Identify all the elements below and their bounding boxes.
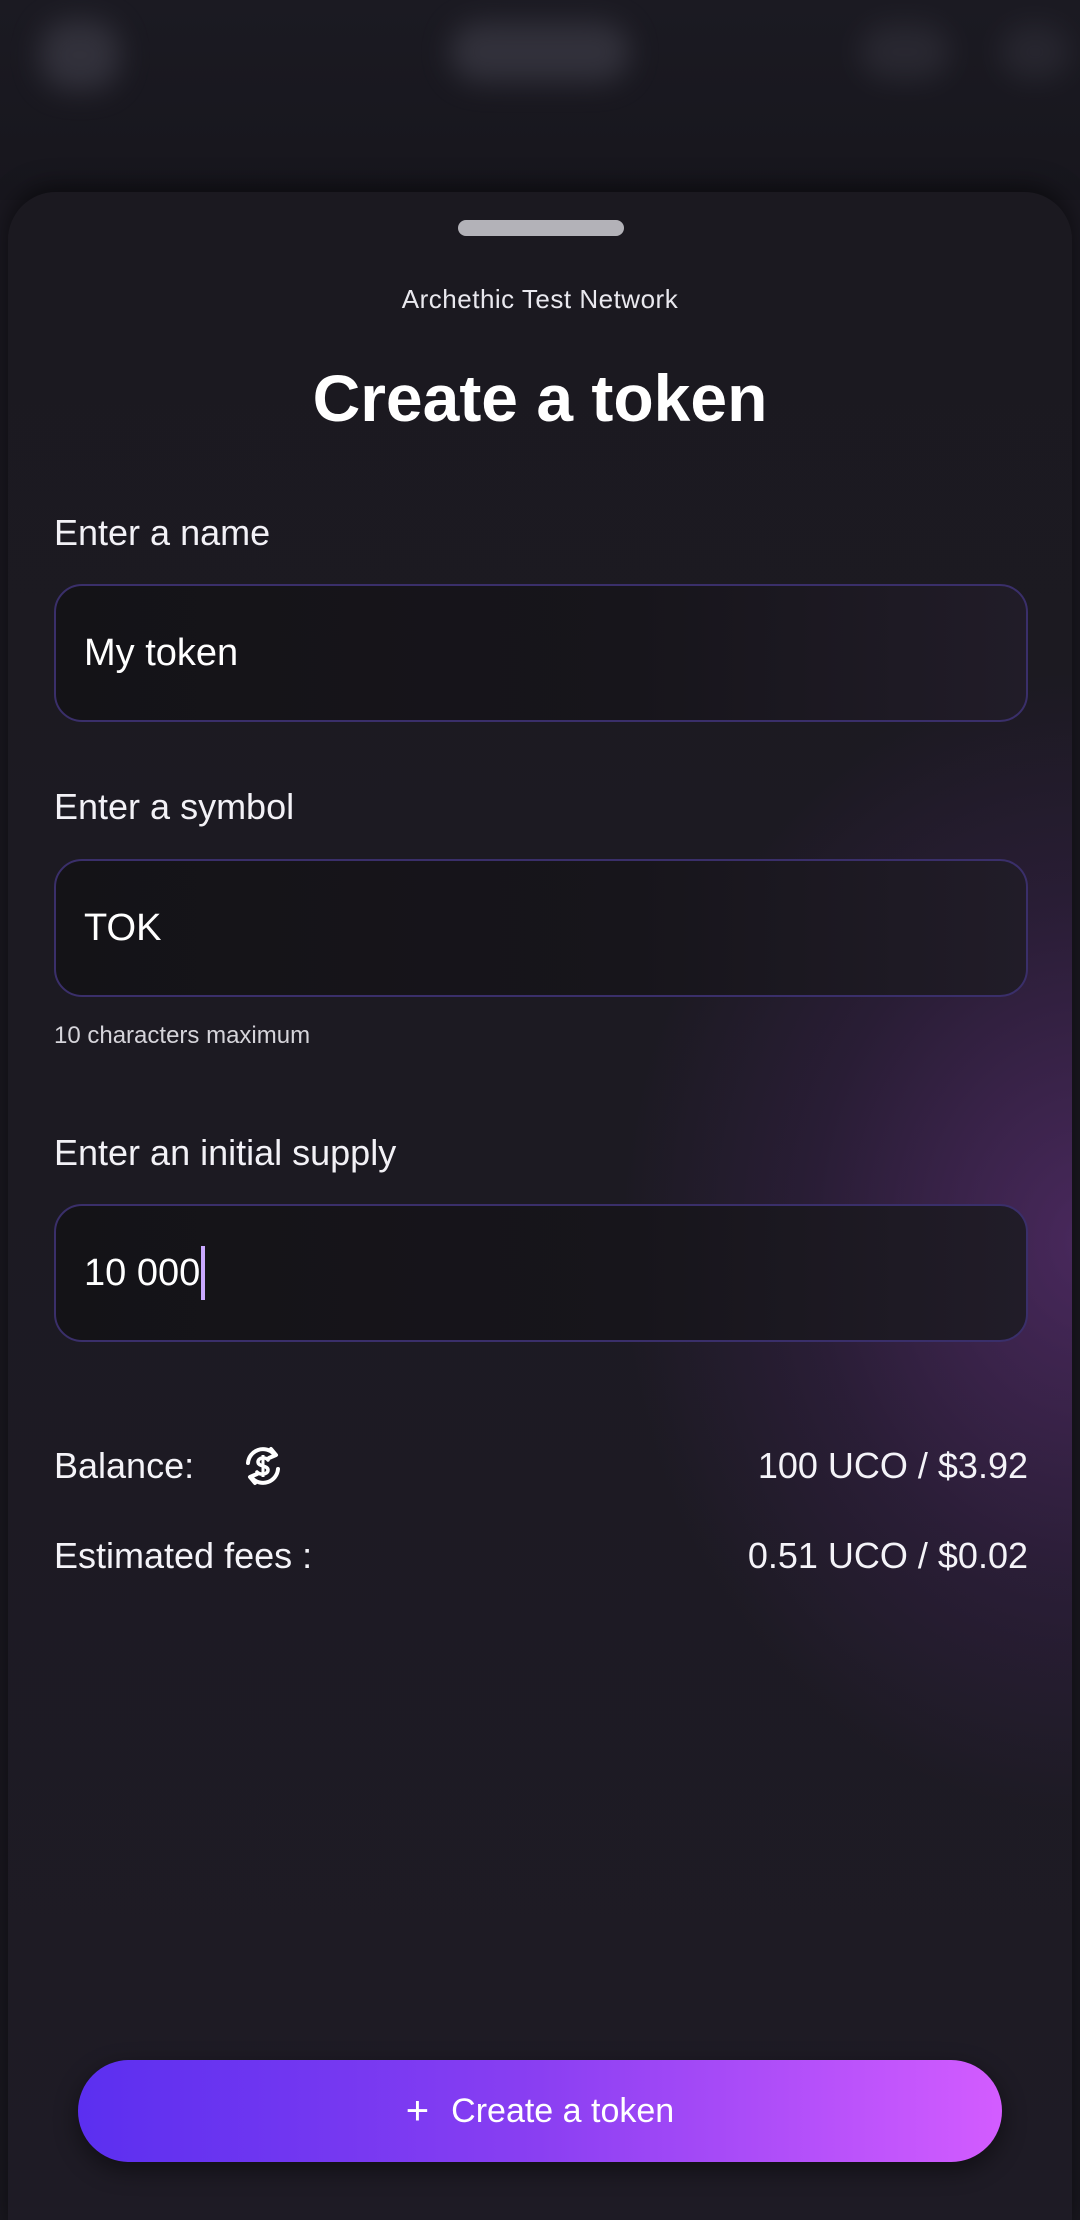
create-token-button-label: Create a token [451,2091,675,2130]
currency-swap-icon[interactable] [238,1441,288,1491]
create-token-sheet: Archethic Test Network Create a token En… [8,192,1072,2220]
symbol-hint: 10 characters maximum [54,1022,311,1049]
text-cursor [201,1246,206,1300]
fees-value: 0.51 UCO / $0.02 [747,1535,1028,1576]
plus-icon: + [405,2089,430,2133]
symbol-input-value: TOK [84,906,162,949]
create-token-button[interactable]: + Create a token [78,2060,1002,2162]
name-label: Enter a name [54,512,271,553]
symbol-label: Enter a symbol [54,786,295,827]
balance-row: Balance: 100 UCO / $3.92 [54,1436,1028,1496]
supply-input[interactable]: 10 000 [54,1204,1028,1342]
background-app-header [0,0,1080,200]
sheet-title: Create a token [312,361,768,435]
balance-value: 100 UCO / $3.92 [757,1445,1028,1486]
supply-input-value: 10 000 [84,1251,201,1294]
fees-row: Estimated fees : 0.51 UCO / $0.02 [54,1526,1028,1586]
symbol-input[interactable]: TOK [54,859,1028,997]
name-input-value: My token [84,631,239,674]
network-name: Archethic Test Network [401,284,679,314]
supply-label: Enter an initial supply [54,1132,397,1173]
balance-label: Balance: [54,1445,195,1486]
fees-label: Estimated fees : [54,1535,313,1576]
blurred-header-title [450,22,630,82]
blurred-header-action [860,24,950,80]
screen: Archethic Test Network Create a token En… [0,0,1080,2220]
blurred-menu-icon [40,20,120,90]
blurred-header-action [1000,24,1070,80]
sheet-drag-handle[interactable] [458,220,624,236]
name-input[interactable]: My token [54,584,1028,722]
